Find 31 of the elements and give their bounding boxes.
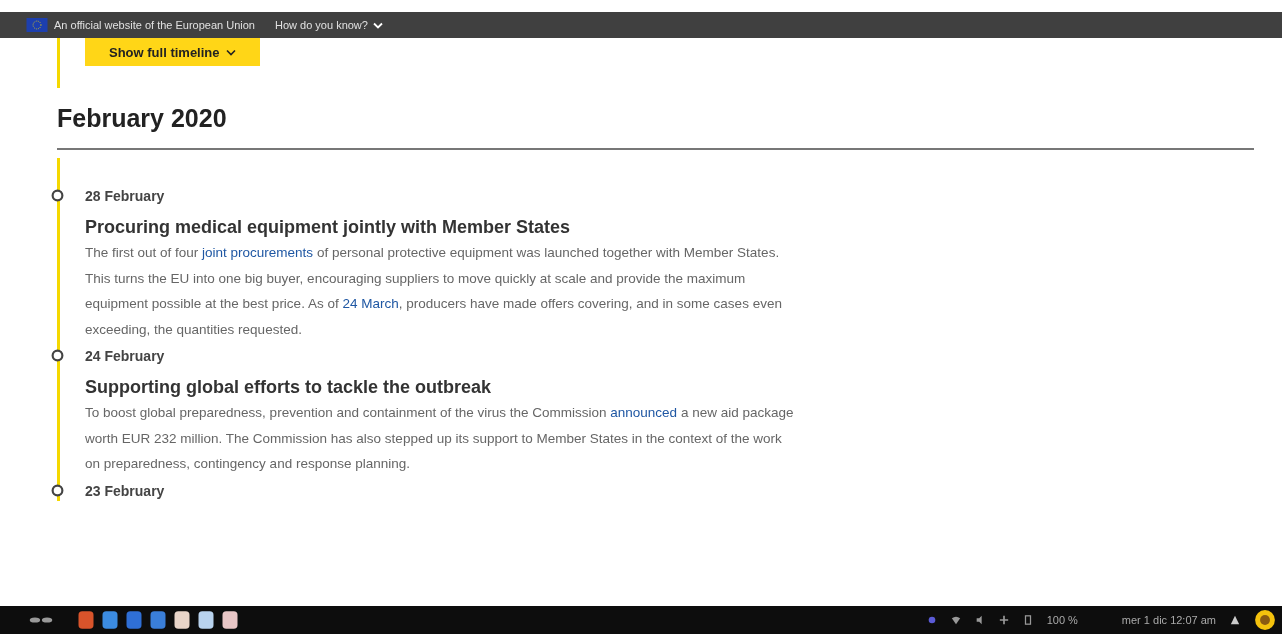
how-do-you-know-link[interactable]: How do you know? <box>275 19 383 31</box>
battery-percentage: 100 % <box>1046 614 1078 626</box>
entry-date: 28 February <box>85 188 166 206</box>
notification-icon[interactable] <box>926 615 937 625</box>
entry-date: 24 February <box>85 348 166 366</box>
battery-icon[interactable] <box>1022 615 1033 625</box>
show-full-timeline-button[interactable]: Show full timeline <box>85 38 260 66</box>
timeline-node-icon <box>51 189 64 202</box>
launcher-icon[interactable] <box>28 615 54 625</box>
app-icon[interactable] <box>196 610 216 630</box>
entry-paragraph: To boost global preparedness, prevention and containment of the virus the Commission announced a new aid package worth EUR 232 million. The Commission has also stepped up its support to Member States in the context of the work on preparedness, contingency and response planning. <box>85 404 795 473</box>
chevron-down-icon <box>225 48 236 56</box>
official-site-text: An official website of the European Union <box>54 19 255 31</box>
volume-icon[interactable] <box>974 615 985 625</box>
month-heading: February 2020 <box>57 104 228 133</box>
entry-paragraph: The first out of four joint procurements of personal protective equipment was launched together with Member States. This turns the EU into one big buyer, encouraging suppliers to move quickly at scale and provide the maximum equipment possible at the best price. As of 24 March, producers have made offers covering, and in some cases even exceeding, the quantities requested. <box>85 244 783 339</box>
chevron-down-icon <box>372 21 383 29</box>
app-icon[interactable] <box>220 610 240 630</box>
clock[interactable]: mer 1 dic 12:07 am <box>1121 614 1216 626</box>
timeline-node-icon <box>51 349 64 362</box>
wifi-icon[interactable] <box>950 615 961 625</box>
entry-date: 23 February <box>85 482 166 501</box>
inline-link[interactable]: joint procurements <box>202 245 314 260</box>
eu-flag-icon <box>26 18 48 32</box>
timeline-node-icon <box>51 483 64 497</box>
entry-title: Procuring medical equipment jointly with Member States <box>85 217 572 238</box>
app-icon[interactable] <box>172 610 192 630</box>
inline-link[interactable]: announced <box>610 405 678 420</box>
inline-link[interactable]: 24 March <box>342 296 399 311</box>
app-icon[interactable] <box>100 610 120 630</box>
entry-title: Supporting global efforts to tackle the outbreak <box>85 377 493 398</box>
